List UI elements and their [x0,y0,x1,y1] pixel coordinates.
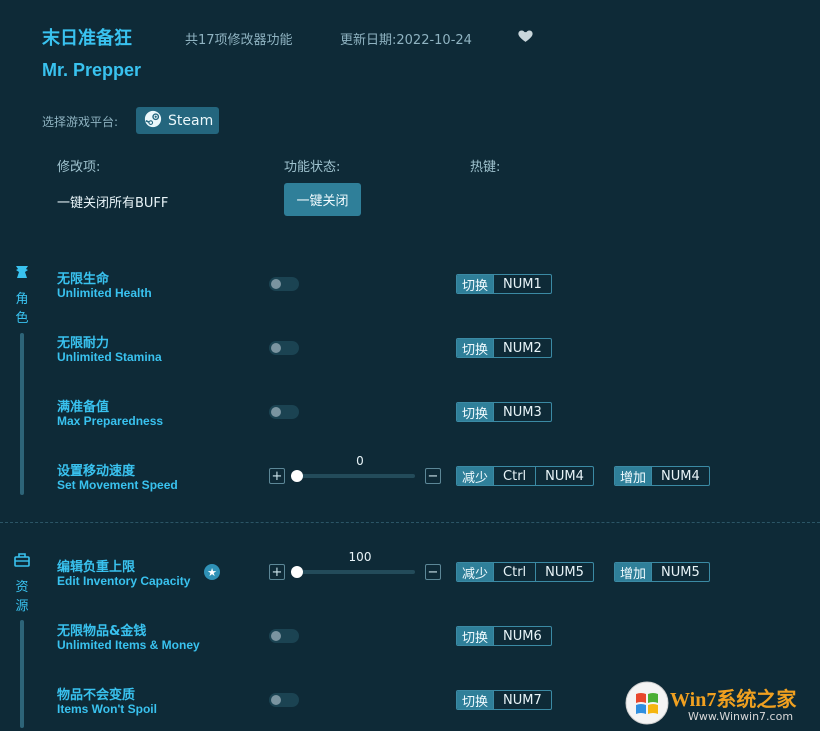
disable-all-buff-label: 一键关闭所有BUFF [57,196,169,211]
character-icon [13,264,31,280]
toggle-knob [271,695,281,705]
slider-increase-button[interactable]: + [269,468,285,484]
steam-icon [144,110,162,132]
hotkey-key: NUM5 [535,563,593,581]
slider-increase-button[interactable]: + [269,564,285,580]
hotkey-key: NUM5 [651,563,709,581]
hotkey-action-tag: 切换 [457,691,494,709]
watermark-url: Www.Winwin7.com [688,710,794,723]
hotkey-action-tag: 切换 [457,339,494,357]
hotkey-key: NUM1 [493,275,551,293]
hotkey-key: Ctrl [493,467,535,485]
hotkey-action-tag: 切换 [457,275,494,293]
hotkey-action-tag: 减少 [457,467,494,485]
modifier-name-cn: 设置移动速度 [57,464,136,479]
slider-decrease-button[interactable]: − [425,468,441,484]
column-header-status: 功能状态: [284,160,341,175]
hotkey-group[interactable]: 切换 NUM1 [456,274,552,294]
platform-label: 选择游戏平台: [42,115,119,129]
modifier-name-en: Items Won't Spoil [57,702,157,716]
modifier-name-cn: 满准备值 [57,400,110,415]
steam-button-label: Steam [168,112,214,129]
update-date: 更新日期:2022-10-24 [340,33,472,48]
game-title-cn: 末日准备狂 [42,28,132,49]
modifier-name-en: Max Preparedness [57,414,164,428]
hotkey-group[interactable]: 减少 Ctrl NUM4 [456,466,594,486]
hotkey-action-tag: 减少 [457,563,494,581]
resources-icon [13,552,31,568]
hotkey-action-tag: 增加 [615,467,652,485]
modifier-name-en: Unlimited Items & Money [57,638,200,652]
featured-star-icon: ★ [204,564,220,580]
game-title-en: Mr. Prepper [42,60,142,80]
slider-value: 100 [348,550,372,564]
hotkey-action-tag: 切换 [457,403,494,421]
hotkey-key: NUM6 [493,627,551,645]
section-bar-resources [20,620,24,728]
slider-decrease-button[interactable]: − [425,564,441,580]
modifier-name-cn: 无限耐力 [57,336,110,351]
hotkey-action-tag: 切换 [457,627,494,645]
hotkey-group[interactable]: 增加 NUM4 [614,466,710,486]
hotkey-group[interactable]: 切换 NUM3 [456,402,552,422]
feature-toggle[interactable] [269,341,299,355]
modifier-name-en: Set Movement Speed [57,478,178,492]
windows-logo-icon [625,681,669,725]
toggle-knob [271,343,281,353]
modifier-name-en: Unlimited Health [57,286,152,300]
modifier-name-cn: 编辑负重上限 [57,560,136,575]
section-label-resources: 资源 [15,580,29,614]
modifier-name-en: Edit Inventory Capacity [57,574,191,588]
hotkey-key: NUM3 [493,403,551,421]
steam-platform-button[interactable]: Steam [136,107,219,134]
section-label-character: 角色 [15,292,29,326]
feature-toggle[interactable] [269,693,299,707]
hotkey-group[interactable]: 切换 NUM7 [456,690,552,710]
slider-value: 0 [356,454,364,468]
slider-thumb[interactable] [291,566,303,578]
hotkey-key: NUM7 [493,691,551,709]
section-bar-character [20,333,24,495]
heart-icon[interactable] [517,27,534,44]
hotkey-group[interactable]: 切换 NUM6 [456,626,552,646]
disable-all-button[interactable]: 一键关闭 [284,183,361,216]
toggle-knob [271,407,281,417]
slider-track[interactable] [293,474,415,478]
hotkey-key: NUM4 [535,467,593,485]
slider-thumb[interactable] [291,470,303,482]
modifier-name-en: Unlimited Stamina [57,350,162,364]
feature-toggle[interactable] [269,277,299,291]
column-header-mod: 修改项: [57,160,101,175]
slider-track[interactable] [293,570,415,574]
hotkey-group[interactable]: 增加 NUM5 [614,562,710,582]
watermark-brand: Win7系统之家 [670,689,797,711]
modifier-name-cn: 无限生命 [57,272,110,287]
feature-toggle[interactable] [269,629,299,643]
toggle-knob [271,631,281,641]
modifier-name-cn: 无限物品&金钱 [57,624,147,639]
modifier-name-cn: 物品不会变质 [57,688,136,703]
feature-count: 共17项修改器功能 [185,33,293,48]
hotkey-key: NUM4 [651,467,709,485]
hotkey-key: Ctrl [493,563,535,581]
hotkey-group[interactable]: 减少 Ctrl NUM5 [456,562,594,582]
hotkey-group[interactable]: 切换 NUM2 [456,338,552,358]
hotkey-action-tag: 增加 [615,563,652,581]
hotkey-key: NUM2 [493,339,551,357]
section-divider [0,522,820,523]
column-header-hotkey: 热键: [470,160,501,175]
toggle-knob [271,279,281,289]
feature-toggle[interactable] [269,405,299,419]
